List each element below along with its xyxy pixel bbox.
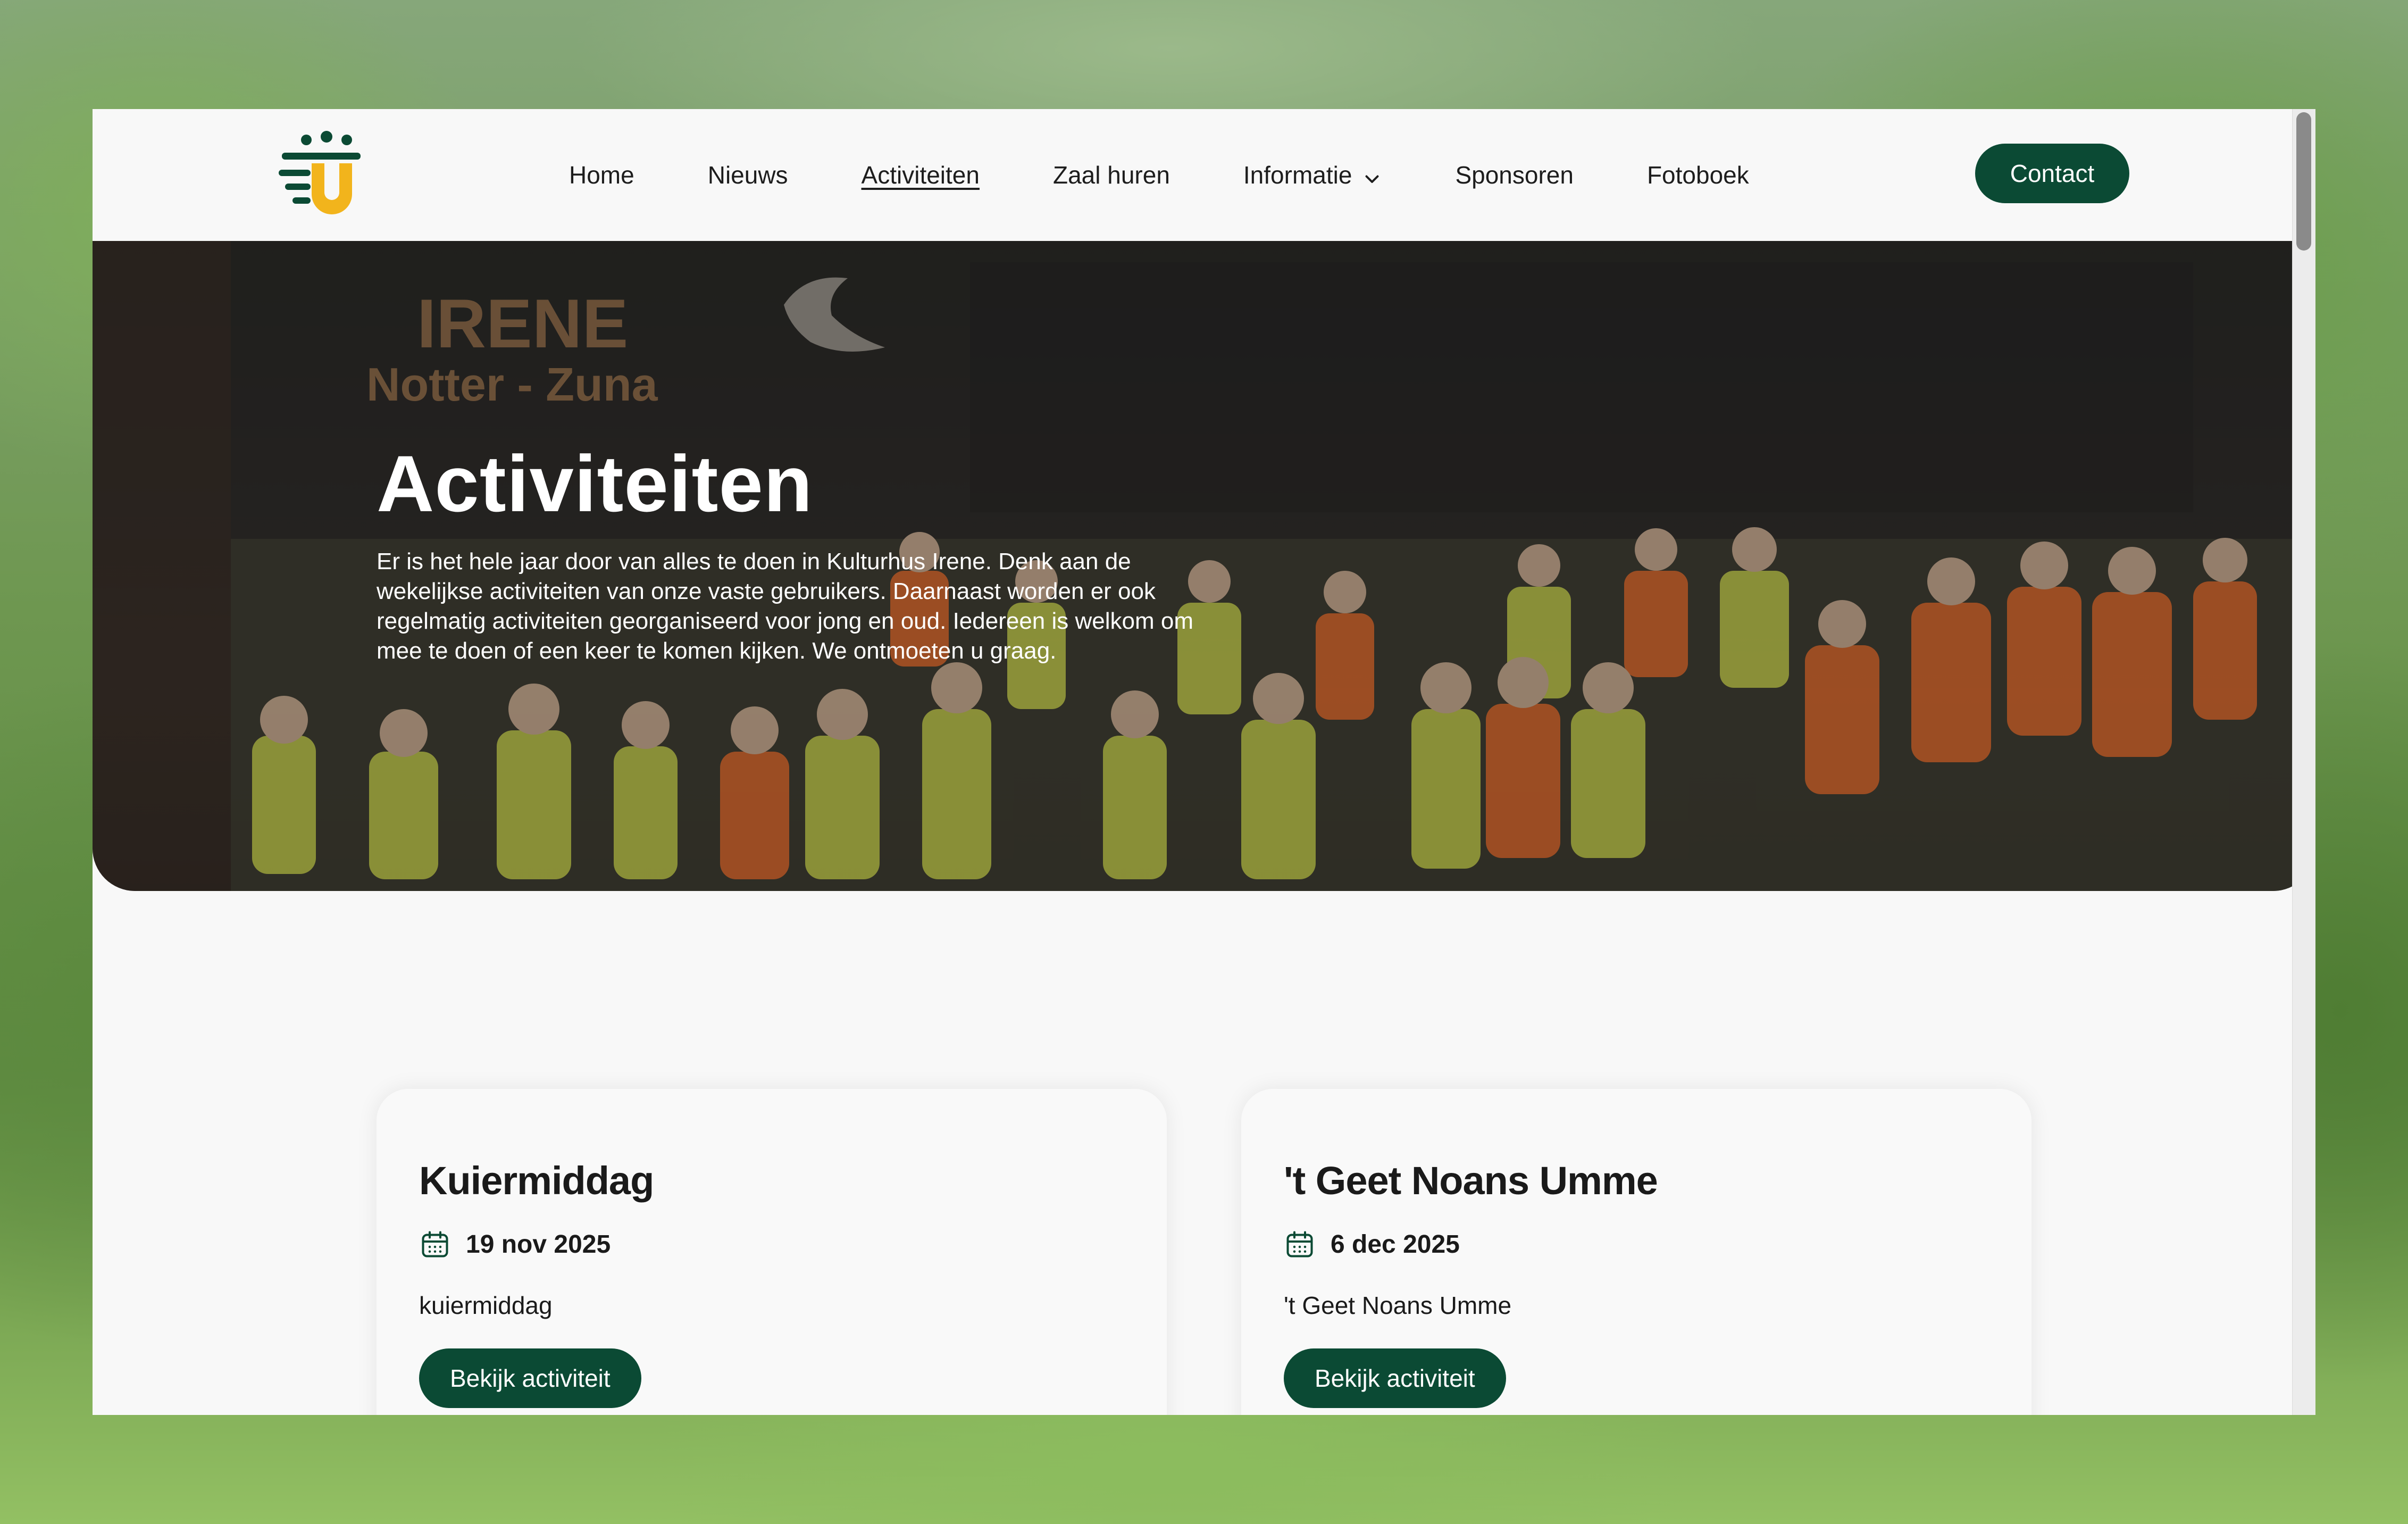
view-activity-button[interactable]: Bekijk activiteit bbox=[1284, 1348, 1506, 1408]
vertical-scrollbar[interactable] bbox=[2292, 109, 2315, 1415]
nav-zaal-huren[interactable]: Zaal huren bbox=[1053, 161, 1170, 189]
nav-informatie[interactable]: Informatie bbox=[1243, 161, 1382, 189]
activity-date: 19 nov 2025 bbox=[419, 1228, 611, 1260]
activity-date: 6 dec 2025 bbox=[1284, 1228, 1460, 1260]
scrollbar-thumb[interactable] bbox=[2296, 112, 2311, 251]
hero-banner: IRENE Notter - Zuna Activiteiten Er is h… bbox=[93, 241, 2315, 891]
hero-description: Er is het hele jaar door van alles te do… bbox=[377, 548, 1193, 664]
activity-description: 't Geet Noans Umme bbox=[1284, 1292, 1512, 1319]
view-activity-button[interactable]: Bekijk activiteit bbox=[419, 1348, 641, 1408]
nav-nieuws[interactable]: Nieuws bbox=[708, 161, 788, 189]
contact-button[interactable]: Contact bbox=[1975, 144, 2129, 203]
activity-description: kuiermiddag bbox=[419, 1292, 553, 1319]
nav-activiteiten[interactable]: Activiteiten bbox=[862, 161, 980, 189]
chevron-down-icon bbox=[1362, 165, 1382, 185]
activity-card: Kuiermiddag 19 nov 2025 kuiermiddag Beki… bbox=[377, 1089, 1167, 1415]
activity-title: 't Geet Noans Umme bbox=[1284, 1159, 1658, 1203]
activity-card: 't Geet Noans Umme 6 dec 2025 't Geet No… bbox=[1241, 1089, 2031, 1415]
kulturhus-logo-icon[interactable] bbox=[279, 130, 364, 218]
page-title: Activiteiten bbox=[377, 439, 813, 528]
main-navigation: Home Nieuws Activiteiten Zaal huren Info… bbox=[569, 109, 1822, 241]
nav-informatie-label: Informatie bbox=[1243, 161, 1352, 189]
nav-home[interactable]: Home bbox=[569, 161, 634, 189]
activity-date-text: 6 dec 2025 bbox=[1331, 1230, 1460, 1259]
activity-title: Kuiermiddag bbox=[419, 1159, 654, 1203]
activity-date-text: 19 nov 2025 bbox=[466, 1230, 611, 1259]
nav-fotoboek[interactable]: Fotoboek bbox=[1647, 161, 1749, 189]
calendar-icon bbox=[422, 1231, 448, 1257]
nav-sponsoren[interactable]: Sponsoren bbox=[1455, 161, 1574, 189]
browser-window: Home Nieuws Activiteiten Zaal huren Info… bbox=[93, 109, 2315, 1415]
site-header: Home Nieuws Activiteiten Zaal huren Info… bbox=[93, 109, 2292, 241]
calendar-icon bbox=[1286, 1231, 1313, 1257]
